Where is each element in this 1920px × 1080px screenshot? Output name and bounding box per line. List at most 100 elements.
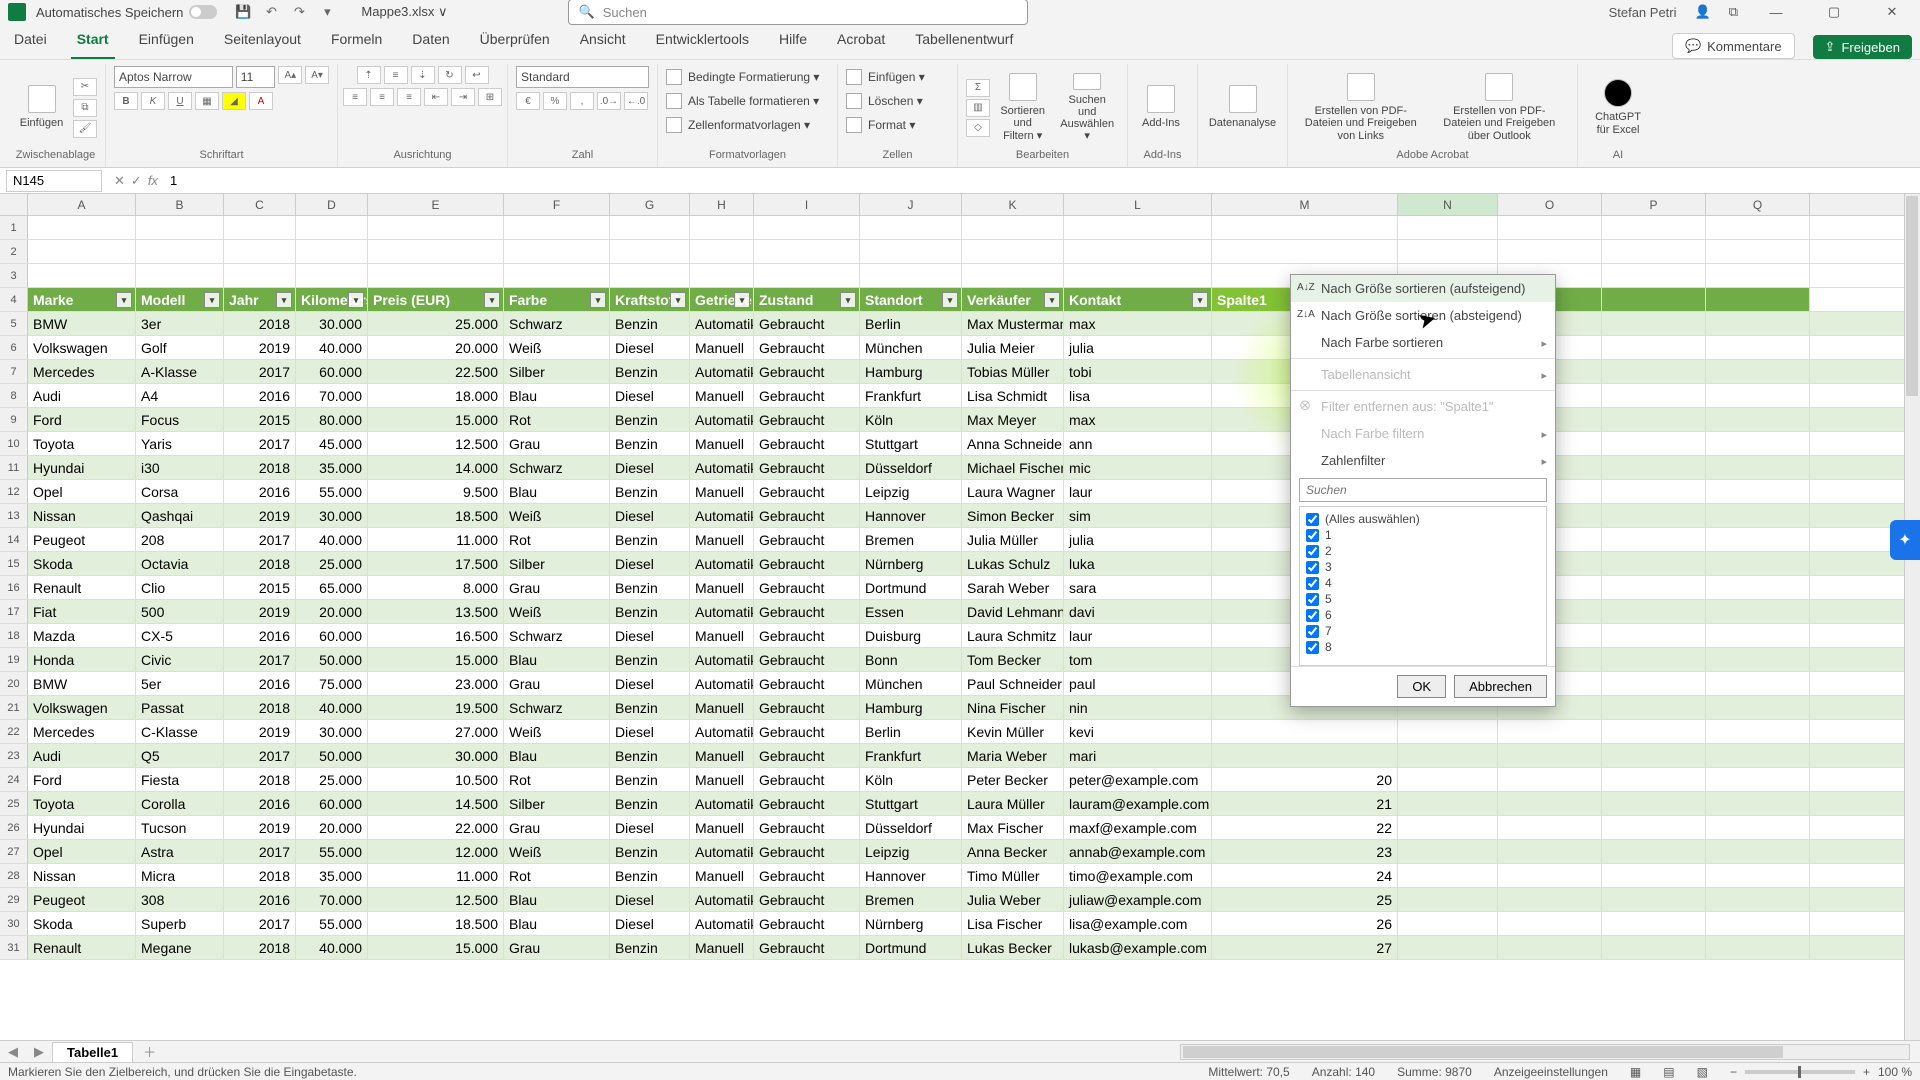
cell[interactable]: 55.000 xyxy=(296,912,368,935)
cell[interactable] xyxy=(1602,528,1706,551)
row-header[interactable]: 7 xyxy=(0,360,28,383)
ribbon-tab-daten[interactable]: Daten xyxy=(406,23,455,59)
autosave-toggle[interactable] xyxy=(189,5,217,19)
acrobat-link-button[interactable]: Erstellen von PDF-Dateien und Freigeben … xyxy=(1296,73,1426,143)
cell[interactable]: 25.000 xyxy=(296,768,368,791)
cell[interactable]: 2017 xyxy=(224,744,296,767)
cell[interactable]: 65.000 xyxy=(296,576,368,599)
cell[interactable] xyxy=(1212,744,1398,767)
cell[interactable]: Astra xyxy=(136,840,224,863)
share-button[interactable]: ⇪Freigeben xyxy=(1813,35,1912,59)
cell[interactable] xyxy=(1602,744,1706,767)
cell[interactable] xyxy=(1398,912,1498,935)
cell[interactable]: Ford xyxy=(28,768,136,791)
cell[interactable]: Diesel xyxy=(610,456,690,479)
cell[interactable]: lisa@example.com xyxy=(1064,912,1212,935)
row-header[interactable]: 16 xyxy=(0,576,28,599)
align-bot-icon[interactable]: ⇣ xyxy=(411,66,435,84)
cell[interactable]: Automatik xyxy=(690,504,754,527)
cell[interactable]: Volkswagen xyxy=(28,696,136,719)
clear-icon[interactable]: ◇ xyxy=(966,119,990,137)
data-analysis-button[interactable]: Datenanalyse xyxy=(1206,73,1279,143)
cell[interactable]: Bremen xyxy=(860,528,962,551)
cell[interactable]: Benzin xyxy=(610,648,690,671)
row-header[interactable]: 4 xyxy=(0,288,28,311)
cell[interactable] xyxy=(754,240,860,263)
cell[interactable]: Gebraucht xyxy=(754,696,860,719)
cell[interactable]: Megane xyxy=(136,936,224,959)
cell[interactable] xyxy=(136,240,224,263)
cell[interactable] xyxy=(690,216,754,239)
cell[interactable] xyxy=(1602,384,1706,407)
cell[interactable] xyxy=(504,240,610,263)
cell[interactable]: Volkswagen xyxy=(28,336,136,359)
cell[interactable]: julia xyxy=(1064,528,1212,551)
cell[interactable]: Gebraucht xyxy=(754,840,860,863)
comments-button[interactable]: 💬Kommentare xyxy=(1672,33,1795,59)
cell[interactable]: Manuell xyxy=(690,432,754,455)
cell[interactable]: Gebraucht xyxy=(754,600,860,623)
cell[interactable] xyxy=(1706,600,1810,623)
table-header-cell[interactable]: Kilometerstand▾ xyxy=(296,288,368,311)
cell[interactable] xyxy=(224,264,296,287)
cell[interactable]: 70.000 xyxy=(296,384,368,407)
cell[interactable]: 2016 xyxy=(224,888,296,911)
cell[interactable]: Audi xyxy=(28,744,136,767)
cell[interactable]: BMW xyxy=(28,672,136,695)
cell[interactable] xyxy=(610,264,690,287)
col-header-N[interactable]: N xyxy=(1398,194,1498,215)
cell[interactable] xyxy=(1706,216,1810,239)
cell[interactable]: 22.500 xyxy=(368,360,504,383)
cell[interactable] xyxy=(1706,744,1810,767)
cell[interactable] xyxy=(1602,552,1706,575)
cell[interactable]: Octavia xyxy=(136,552,224,575)
cell[interactable] xyxy=(1602,432,1706,455)
percent-icon[interactable]: % xyxy=(543,92,567,110)
cell[interactable]: Weiß xyxy=(504,840,610,863)
col-header-Q[interactable]: Q xyxy=(1706,194,1810,215)
cell[interactable]: Bonn xyxy=(860,648,962,671)
cell[interactable]: Corsa xyxy=(136,480,224,503)
cell[interactable]: Paul Schneider xyxy=(962,672,1064,695)
cell[interactable]: 2019 xyxy=(224,336,296,359)
insert-cells-button[interactable]: Einfügen ▾ xyxy=(846,66,949,88)
cell[interactable]: Audi xyxy=(28,384,136,407)
ribbon-tab-formeln[interactable]: Formeln xyxy=(325,23,388,59)
cell[interactable] xyxy=(1706,432,1810,455)
row-header[interactable]: 3 xyxy=(0,264,28,287)
cell[interactable]: kevi xyxy=(1064,720,1212,743)
cell[interactable] xyxy=(1602,768,1706,791)
cell[interactable]: Max Meyer xyxy=(962,408,1064,431)
cell[interactable] xyxy=(1498,768,1602,791)
cell[interactable]: 19.500 xyxy=(368,696,504,719)
cell[interactable]: 22 xyxy=(1212,816,1398,839)
increase-font-icon[interactable]: A▴ xyxy=(278,66,302,84)
cell[interactable]: Gebraucht xyxy=(754,624,860,647)
row-header[interactable]: 31 xyxy=(0,936,28,959)
cell[interactable] xyxy=(1602,864,1706,887)
cell[interactable]: Benzin xyxy=(610,408,690,431)
cell[interactable]: München xyxy=(860,672,962,695)
bold-icon[interactable]: B xyxy=(114,92,138,110)
cell[interactable] xyxy=(28,240,136,263)
cell[interactable] xyxy=(1498,888,1602,911)
cell[interactable]: 3er xyxy=(136,312,224,335)
cell[interactable]: Diesel xyxy=(610,504,690,527)
cell[interactable] xyxy=(1398,840,1498,863)
cell[interactable]: Corolla xyxy=(136,792,224,815)
cell[interactable]: 2017 xyxy=(224,360,296,383)
table-header-cell[interactable]: Kontakt▾ xyxy=(1064,288,1212,311)
number-format-select[interactable]: Standard xyxy=(516,66,649,88)
filter-dropdown-icon[interactable]: ▾ xyxy=(670,292,686,308)
cell[interactable]: max xyxy=(1064,312,1212,335)
inc-decimal-icon[interactable]: .0→ xyxy=(597,92,621,110)
cell[interactable] xyxy=(1602,624,1706,647)
cell[interactable]: Gebraucht xyxy=(754,432,860,455)
cell[interactable]: 2018 xyxy=(224,768,296,791)
minimize-button[interactable]: — xyxy=(1756,0,1796,24)
cell[interactable]: 23.000 xyxy=(368,672,504,695)
align-top-icon[interactable]: ⇡ xyxy=(357,66,381,84)
row-header[interactable]: 17 xyxy=(0,600,28,623)
cell[interactable]: Grau xyxy=(504,672,610,695)
cell[interactable]: Manuell xyxy=(690,696,754,719)
